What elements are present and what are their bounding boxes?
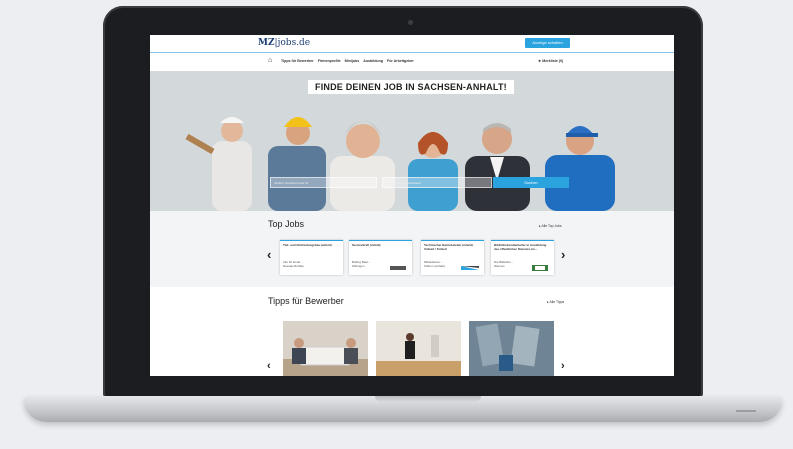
top-jobs-section [150, 211, 674, 287]
tip-image-movers[interactable] [283, 321, 368, 376]
job-title: Bibliotheksmitarbeiter in Ausbildung des… [494, 243, 547, 251]
job-meta: Mitteldeutsc... Köthen (Anhalt) [424, 260, 445, 268]
top-jobs-heading: Top Jobs [268, 219, 305, 229]
merkliste-link[interactable]: ★ Merkliste (0) [538, 59, 563, 63]
all-top-jobs-link[interactable]: ▸ Alle Top Jobs [539, 224, 562, 228]
hero-title: FINDE DEINEN JOB IN SACHSEN-ANHALT! [308, 80, 514, 94]
site-header: MZ|jobs.de Anzeige schalten [150, 35, 674, 53]
search-input[interactable]: Jobtitel, Suchwort oder ID [270, 177, 377, 188]
company-logo [461, 266, 479, 270]
company-logo [532, 265, 548, 271]
cta-button[interactable]: Anzeige schalten [525, 38, 570, 48]
carousel-next-icon[interactable]: › [561, 247, 565, 262]
all-tips-link[interactable]: ▸ Alle Tipps [547, 300, 564, 304]
job-meta: Bulling Bast... Wittingen [352, 260, 371, 268]
job-title: Servicekraft (m/w/d) [352, 243, 381, 247]
job-title: Technischer Betriebsleiter (m/w/d) Vollz… [424, 243, 473, 251]
carousel-prev-icon[interactable]: ‹ [267, 247, 271, 262]
location-input[interactable]: Ort, PLZ oder Bundesland [382, 177, 492, 188]
tip-image-office[interactable] [376, 321, 461, 376]
main-nav: ⌂ Tipps für Bewerber Firmenprofile Minij… [150, 54, 674, 68]
home-icon[interactable]: ⌂ [268, 57, 272, 64]
hero-banner: FINDE DEINEN JOB IN SACHSEN-ANHALT! [150, 71, 674, 211]
tip-image-crossroads[interactable] [469, 321, 554, 376]
search-button[interactable]: Suchen [493, 177, 569, 188]
laptop-mockup: MZ|jobs.de Anzeige schalten ⌂ Tipps für … [0, 0, 793, 449]
webcam [408, 20, 413, 25]
nav-item[interactable]: Tipps für Bewerber [281, 59, 314, 63]
job-title: Tief- und Rohrleitungsbau (w/m/d) [283, 243, 332, 247]
job-meta: Die Bibliothe... Wernau [494, 260, 514, 268]
browser-screen: MZ|jobs.de Anzeige schalten ⌂ Tipps für … [150, 35, 674, 376]
nav-item[interactable]: Für Arbeitgeber [387, 59, 414, 63]
job-card[interactable]: Technischer Betriebsleiter (m/w/d) Vollz… [421, 240, 484, 275]
nav-item[interactable]: Firmenprofile [318, 59, 341, 63]
site-logo[interactable]: MZ|jobs.de [258, 38, 310, 48]
tips-next-icon[interactable]: › [561, 360, 565, 372]
laptop-indicator [736, 410, 756, 412]
job-card[interactable]: Bibliotheksmitarbeiter in Ausbildung des… [491, 240, 554, 275]
job-search-form: Jobtitel, Suchwort oder ID Ort, PLZ oder… [270, 177, 570, 188]
company-logo [390, 266, 406, 270]
job-card[interactable]: Tief- und Rohrleitungsbau (w/m/d) Info f… [280, 240, 343, 275]
nav-item[interactable]: Minijobs [345, 59, 360, 63]
laptop-notch [375, 396, 481, 402]
nav-item[interactable]: Ausbildung [363, 59, 383, 63]
tips-heading: Tipps für Bewerber [268, 296, 344, 306]
job-card[interactable]: Servicekraft (m/w/d) Bulling Bast... Witt… [349, 240, 412, 275]
laptop-base [24, 396, 782, 422]
tips-prev-icon[interactable]: ‹ [267, 360, 271, 372]
job-meta: Info für Ende... Dessau-Roßlau [283, 260, 304, 268]
